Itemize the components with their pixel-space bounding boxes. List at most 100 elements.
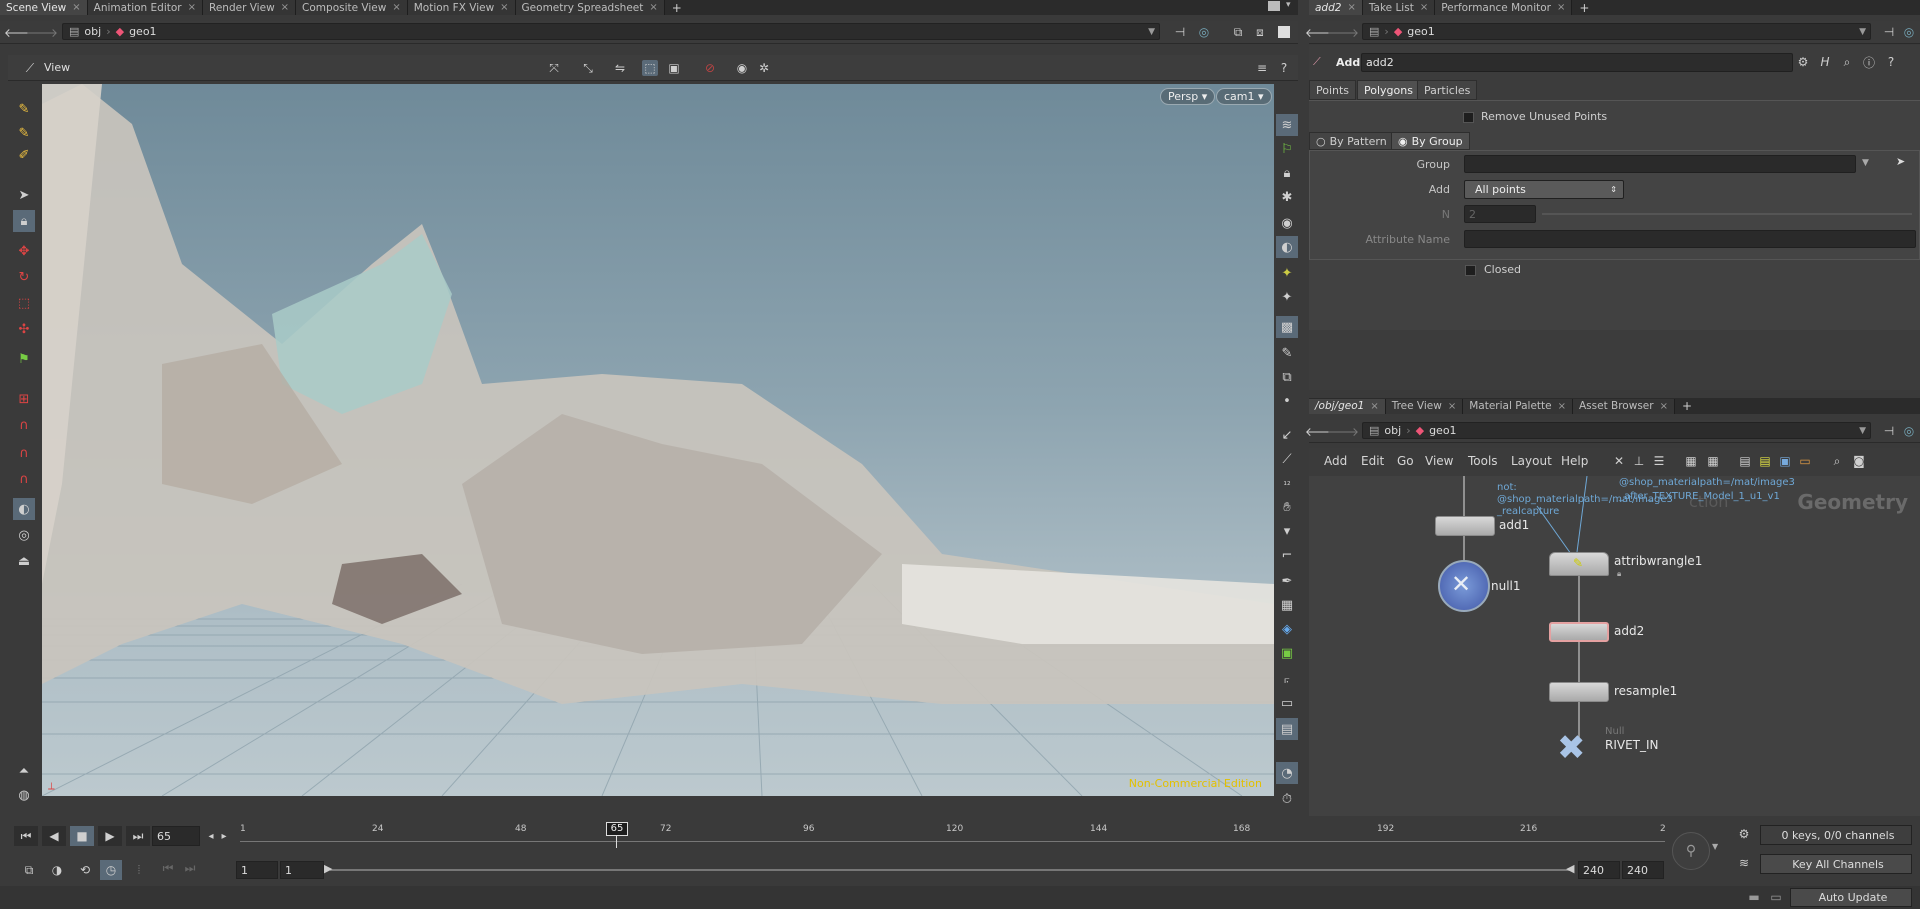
ticks-icon[interactable]: ⦙ xyxy=(128,860,150,880)
uv-icon[interactable]: ▣ xyxy=(1276,642,1298,664)
close-icon[interactable]: × xyxy=(1448,401,1456,412)
end-frame-2-field[interactable]: 240 xyxy=(1622,861,1664,879)
dimension-icon[interactable]: ▭ xyxy=(1276,692,1298,714)
path-node[interactable]: geo1 xyxy=(129,25,156,38)
info-icon[interactable]: ◔ xyxy=(1276,762,1298,784)
bucket-icon[interactable]: ▾ xyxy=(1276,520,1298,542)
magnet-icon[interactable]: ∩ xyxy=(13,414,35,436)
camera-view-icon[interactable]: ◎ xyxy=(13,524,35,546)
remove-unused-checkbox[interactable] xyxy=(1463,112,1474,123)
add-tab-icon[interactable]: + xyxy=(1576,0,1592,16)
forward-arrow-icon[interactable]: 🡒 xyxy=(1327,24,1359,40)
link-icon[interactable]: ◎ xyxy=(1901,24,1917,40)
tab-motion-fx-view[interactable]: Motion FX View × xyxy=(407,0,516,15)
history-icon[interactable]: ⏱ xyxy=(1276,788,1298,810)
pin-icon[interactable]: ⊣ xyxy=(1881,24,1897,40)
hand-icon[interactable]: ✋︎ xyxy=(1276,496,1298,518)
node-add1[interactable] xyxy=(1435,516,1495,536)
loop-icon[interactable]: ⟲ xyxy=(74,860,96,880)
tab-render-view[interactable]: Render View × xyxy=(203,0,297,15)
scrub-icon[interactable]: ⚲ xyxy=(1672,832,1710,870)
closed-checkbox[interactable] xyxy=(1465,265,1476,276)
path-icon[interactable]: ✎ xyxy=(1276,342,1298,364)
next-key-icon[interactable]: ⏭ xyxy=(182,860,198,876)
path-field[interactable]: ▤ obj › ◆ geo1 ▼ xyxy=(1362,422,1871,439)
bulb-icon[interactable]: ✦ xyxy=(1276,262,1298,284)
viewport[interactable]: Persp ▾ cam1 ▾ Non-Commercial Edition ⟂ xyxy=(42,84,1274,796)
sticky-icon[interactable]: ▤ xyxy=(1757,453,1773,469)
add-tab-icon[interactable]: + xyxy=(1679,398,1695,414)
path-root[interactable]: obj xyxy=(1384,424,1401,437)
tab-composite-view[interactable]: Composite View × xyxy=(296,0,408,15)
magnet-2-icon[interactable]: ∩ xyxy=(13,442,35,464)
key-all-channels-menu[interactable]: Key All Channels xyxy=(1760,854,1912,874)
tab-performance-monitor[interactable]: Performance Monitor × xyxy=(1435,0,1573,15)
group-field[interactable] xyxy=(1464,155,1856,173)
start-frame-2-field[interactable]: 1 xyxy=(280,861,324,879)
close-icon[interactable]: × xyxy=(392,2,400,13)
note-icon[interactable]: ▤ xyxy=(1737,453,1753,469)
pen-icon[interactable]: ✒ xyxy=(1276,570,1298,592)
tab-add2[interactable]: add2 × xyxy=(1309,0,1363,15)
chevron-down-icon[interactable]: ▼ xyxy=(1862,158,1869,168)
measure-icon[interactable]: ⟔ xyxy=(1276,668,1298,690)
close-icon[interactable]: × xyxy=(1660,401,1668,412)
forward-arrow-icon[interactable]: 🡒 xyxy=(1327,423,1359,439)
tab-asset-browser[interactable]: Asset Browser × xyxy=(1572,398,1675,414)
select-icon[interactable]: ➤ xyxy=(13,184,35,206)
menu-help[interactable]: Help xyxy=(1561,454,1588,468)
close-icon[interactable]: × xyxy=(72,2,80,13)
close-icon[interactable]: × xyxy=(281,2,289,13)
n-field[interactable]: 2 xyxy=(1464,205,1536,223)
view-tool-icon[interactable]: ◐ xyxy=(13,498,35,520)
grid-2-icon[interactable]: ▦ xyxy=(1705,453,1721,469)
persp-menu-button[interactable]: Persp ▾ xyxy=(1160,88,1216,105)
end-frame-field[interactable]: 240 xyxy=(1578,861,1620,879)
menu-go[interactable]: Go xyxy=(1397,454,1414,468)
jump-end-icon[interactable]: ⏭ xyxy=(126,826,150,846)
tab-particles[interactable]: Particles xyxy=(1417,80,1478,100)
checker-icon[interactable]: ▦ xyxy=(1276,594,1298,616)
range-end-handle[interactable]: ◀ xyxy=(1566,862,1574,875)
pane-menu-icon[interactable] xyxy=(1268,1,1280,11)
tab-take-list[interactable]: Take List × xyxy=(1362,0,1436,15)
pin-icon[interactable]: ⊣ xyxy=(1881,423,1897,439)
paint-add-icon[interactable]: ✎ xyxy=(13,122,35,144)
start-frame-field[interactable]: 1 xyxy=(236,861,278,879)
pane-arrow-icon[interactable]: ▾ xyxy=(1286,0,1291,10)
tab-geometry-spreadsheet[interactable]: Geometry Spreadsheet × xyxy=(515,0,665,15)
template-icon[interactable]: ⚐ xyxy=(1276,138,1298,160)
magnet-3-icon[interactable]: ∩ xyxy=(13,468,35,490)
scale-icon[interactable]: ⬚ xyxy=(13,292,35,314)
maximize-icon[interactable] xyxy=(1278,26,1290,38)
close-icon[interactable]: × xyxy=(649,2,657,13)
color-icon[interactable]: ▭ xyxy=(1797,453,1813,469)
chevron-down-icon[interactable]: ▼ xyxy=(1712,842,1718,851)
search-icon[interactable]: ⌕ xyxy=(1829,453,1845,469)
pose-icon[interactable]: ⊞ xyxy=(13,388,35,410)
keys-icon[interactable]: ⚙ xyxy=(1736,826,1752,842)
play-reverse-icon[interactable]: ◀ xyxy=(42,826,66,846)
paint-erase-icon[interactable]: ✐ xyxy=(13,144,35,166)
translate-icon[interactable]: ✥ xyxy=(13,240,35,262)
display-options-icon[interactable]: ▣ xyxy=(666,60,682,76)
pin-icon[interactable]: ⊣ xyxy=(1172,24,1188,40)
path-node[interactable]: geo1 xyxy=(1429,424,1456,437)
display-icon[interactable]: ⧈ xyxy=(1252,24,1268,40)
houdini-help-icon[interactable]: H xyxy=(1817,54,1833,70)
lock-view-icon[interactable]: 🔒︎ xyxy=(1276,162,1298,184)
stop-icon[interactable]: ■ xyxy=(70,826,94,846)
flipbook-icon[interactable]: ⏏ xyxy=(13,550,35,572)
rotate-icon[interactable]: ↻ xyxy=(13,266,35,288)
keys-status[interactable]: 0 keys, 0/0 channels xyxy=(1760,825,1912,845)
search-icon[interactable]: ⌕ xyxy=(1839,54,1855,70)
tab-by-group[interactable]: ◉ By Group xyxy=(1391,132,1470,150)
shading-icon[interactable]: ◉ xyxy=(1276,212,1298,234)
chevron-down-icon[interactable]: ▼ xyxy=(1859,426,1866,436)
step-forward-icon[interactable]: ▸ xyxy=(216,828,232,844)
normal-icon[interactable]: ↙ xyxy=(1276,424,1298,446)
n-slider[interactable] xyxy=(1542,213,1912,215)
light-icon[interactable]: ⏶ xyxy=(13,760,35,782)
menu-edit[interactable]: Edit xyxy=(1361,454,1384,468)
clock-icon[interactable]: ◷ xyxy=(100,860,122,880)
